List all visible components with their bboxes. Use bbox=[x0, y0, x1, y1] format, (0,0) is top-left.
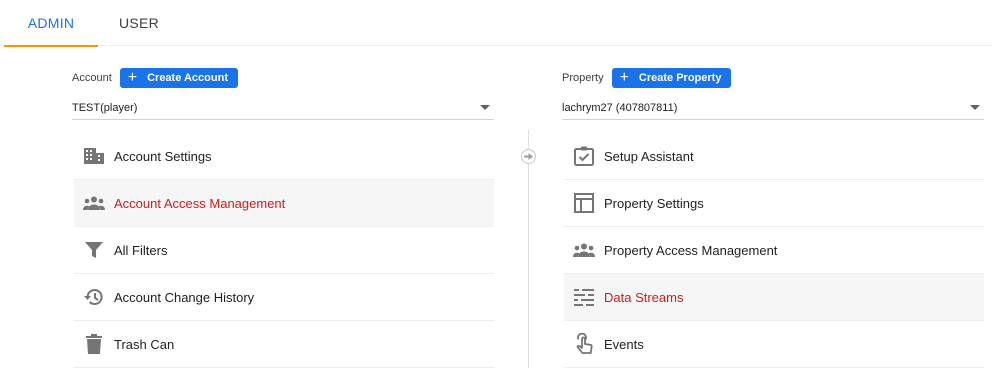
tab-admin[interactable]: ADMIN bbox=[4, 0, 98, 47]
create-property-button[interactable]: + Create Property bbox=[611, 68, 732, 88]
plus-icon: + bbox=[127, 69, 138, 86]
property-menu: Setup Assistant Property Settings Proper… bbox=[564, 133, 984, 368]
menu-item-account-settings[interactable]: Account Settings bbox=[74, 133, 494, 180]
property-header: Property + Create Property bbox=[562, 68, 732, 88]
create-account-button[interactable]: + Create Account bbox=[119, 68, 238, 88]
menu-item-data-streams[interactable]: Data Streams bbox=[564, 274, 984, 321]
trash-icon bbox=[74, 321, 114, 368]
menu-item-label: Trash Can bbox=[114, 336, 175, 352]
people-icon bbox=[74, 180, 114, 227]
menu-item-label: Account Settings bbox=[114, 148, 212, 164]
menu-item-events[interactable]: Events bbox=[564, 321, 984, 368]
menu-item-property-access-management[interactable]: Property Access Management bbox=[564, 227, 984, 274]
dropdown-caret-icon bbox=[480, 105, 490, 110]
menu-item-property-settings[interactable]: Property Settings bbox=[564, 180, 984, 227]
admin-tab-bar: ADMIN USER bbox=[0, 0, 992, 47]
menu-item-label: Account Access Management bbox=[114, 195, 286, 211]
menu-item-label: All Filters bbox=[114, 242, 168, 258]
account-header: Account + Create Account bbox=[72, 68, 238, 88]
menu-item-all-filters[interactable]: All Filters bbox=[74, 227, 494, 274]
menu-item-label: Property Access Management bbox=[604, 242, 778, 258]
arrow-right-icon bbox=[521, 149, 536, 164]
account-label: Account bbox=[72, 72, 112, 84]
touch-icon bbox=[564, 321, 604, 368]
filter-icon bbox=[74, 227, 114, 274]
property-selector-value: lachrym27 (407807811) bbox=[562, 101, 678, 114]
menu-item-account-access-management[interactable]: Account Access Management bbox=[74, 180, 494, 227]
dropdown-caret-icon bbox=[970, 105, 980, 110]
column-divider bbox=[528, 130, 529, 368]
menu-item-label: Account Change History bbox=[114, 289, 255, 305]
property-label: Property bbox=[562, 72, 604, 84]
plus-icon: + bbox=[619, 69, 629, 86]
menu-item-label: Data Streams bbox=[604, 289, 684, 305]
menu-item-account-change-history[interactable]: Account Change History bbox=[74, 274, 494, 321]
create-account-label: Create Account bbox=[147, 72, 228, 84]
menu-item-label: Property Settings bbox=[604, 195, 704, 211]
menu-item-label: Setup Assistant bbox=[604, 148, 694, 164]
create-property-label: Create Property bbox=[638, 72, 722, 84]
menu-item-setup-assistant[interactable]: Setup Assistant bbox=[564, 133, 984, 180]
people-icon bbox=[564, 227, 604, 274]
account-selector[interactable]: TEST(player) bbox=[72, 96, 494, 120]
checklist-icon bbox=[564, 133, 604, 180]
menu-item-trash-can[interactable]: Trash Can bbox=[74, 321, 494, 368]
tab-user[interactable]: USER bbox=[104, 0, 174, 46]
history-icon bbox=[74, 274, 114, 321]
building-icon bbox=[74, 133, 114, 180]
account-menu: Account Settings Account Access Manageme… bbox=[74, 133, 494, 368]
menu-item-label: Events bbox=[604, 336, 644, 352]
account-selector-value: TEST(player) bbox=[72, 101, 138, 114]
layout-icon bbox=[564, 180, 604, 227]
streams-icon bbox=[564, 274, 604, 321]
property-selector[interactable]: lachrym27 (407807811) bbox=[562, 96, 984, 120]
